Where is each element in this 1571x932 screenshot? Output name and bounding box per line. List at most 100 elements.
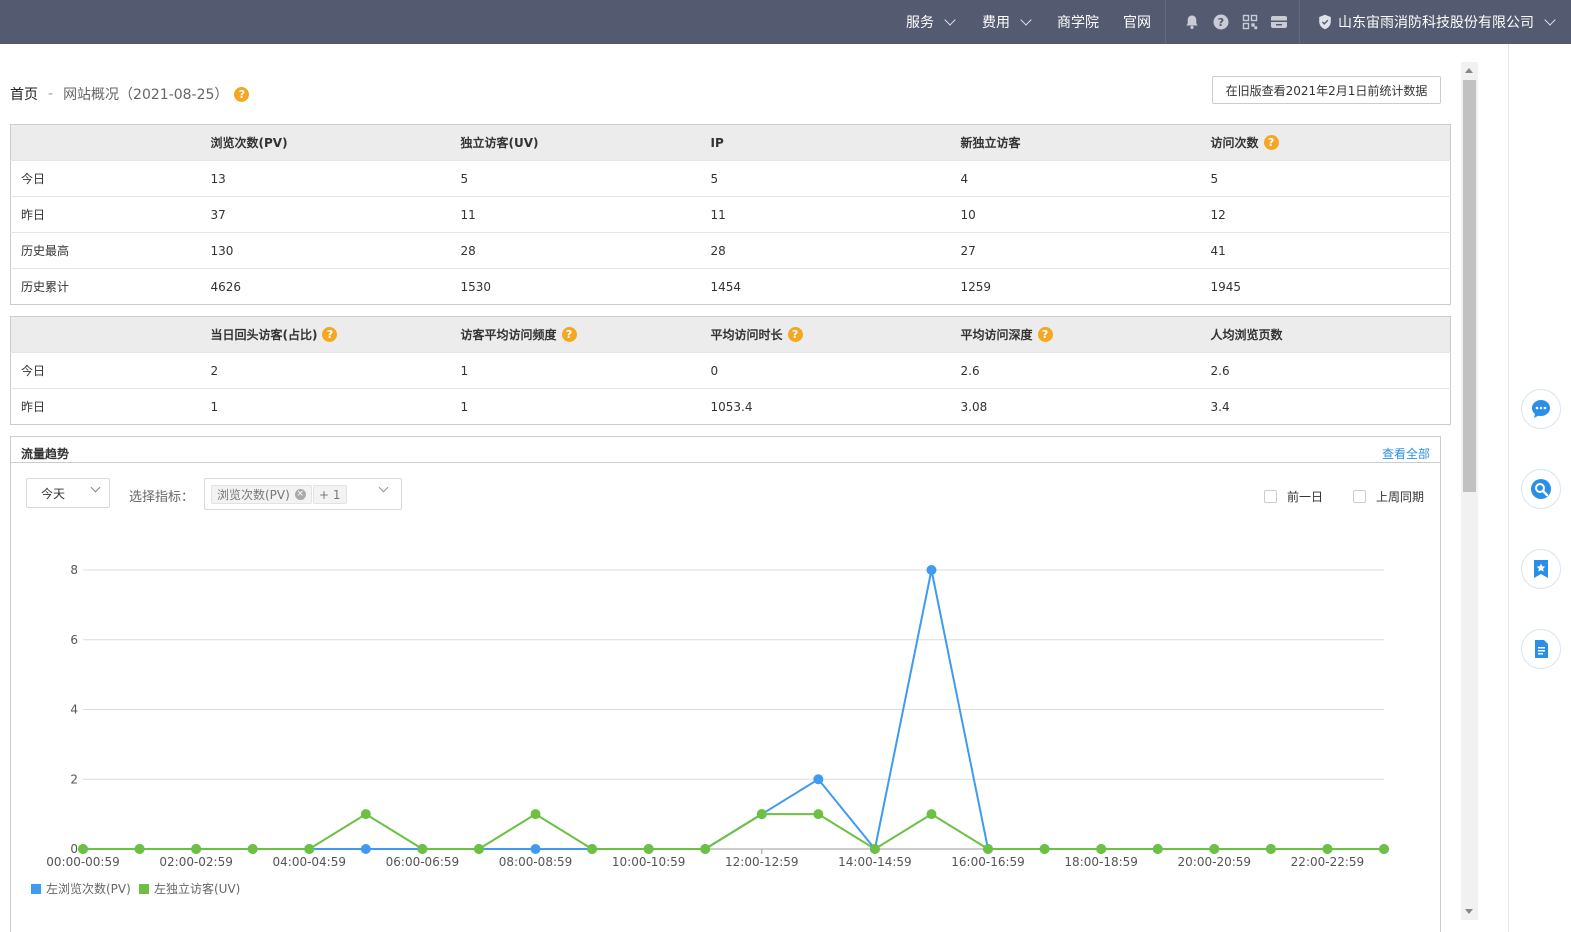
company-switcher[interactable]: 山东宙雨消防科技股份有限公司 (1318, 0, 1556, 44)
data-point (587, 844, 598, 854)
x-tick-label: 22:00-22:59 (1291, 855, 1365, 869)
chat-icon (1532, 400, 1550, 418)
engagement-table: 当日回头访客(占比)? 访客平均访问频度? 平均访问时长? 平均访问深度? 人均… (10, 316, 1451, 425)
chat-button[interactable] (1521, 389, 1561, 429)
column-header: IP (700, 124, 951, 161)
document-button[interactable] (1521, 629, 1561, 669)
bookmark-star-icon (1534, 560, 1548, 578)
help-icon[interactable]: ? (1211, 12, 1231, 32)
breadcrumb-home[interactable]: 首页 (10, 84, 38, 104)
help-icon[interactable]: ? (787, 326, 803, 342)
scroll-down-icon[interactable] (1465, 909, 1473, 914)
data-point (643, 844, 654, 854)
data-point (813, 774, 824, 785)
data-point (869, 844, 880, 854)
chevron-down-icon (1544, 13, 1556, 26)
table-cell: 5 (1200, 160, 1451, 197)
table-cell: 0 (700, 352, 951, 389)
column-header (10, 124, 201, 161)
table-cell: 5 (450, 160, 701, 197)
row-label: 昨日 (10, 196, 201, 233)
qrcode-icon[interactable] (1240, 12, 1260, 32)
favorites-button[interactable] (1521, 549, 1561, 589)
scroll-up-icon[interactable] (1465, 68, 1473, 73)
data-point (134, 844, 145, 854)
table-cell: 12 (1200, 196, 1451, 233)
y-tick-label: 4 (70, 703, 78, 717)
data-point (360, 844, 371, 854)
table-cell: 3.4 (1200, 388, 1451, 425)
scroll-thumb[interactable] (1463, 80, 1476, 492)
table-row: 今日 13 5 5 4 5 (10, 160, 1451, 197)
old-version-button[interactable]: 在旧版查看2021年2月1日前统计数据 (1212, 76, 1441, 104)
table-cell: 13 (200, 160, 451, 197)
legend-item[interactable]: 左独立访客(UV) (139, 880, 240, 897)
data-point (1322, 844, 1333, 854)
nav-business-school-label: 商学院 (1057, 15, 1099, 31)
column-header: 新独立访客 (950, 124, 1201, 161)
table-cell: 1945 (1200, 268, 1451, 305)
column-header-label: 新独立访客 (960, 136, 1021, 150)
column-header-label: 访客平均访问频度 (460, 328, 557, 342)
column-header: 平均访问时长? (700, 316, 951, 353)
column-header-label: 平均访问时长 (710, 328, 783, 342)
y-tick-label: 8 (70, 563, 78, 577)
row-label: 今日 (10, 160, 201, 197)
data-point (360, 809, 371, 820)
svg-text:?: ? (1218, 16, 1224, 29)
table-cell: 1259 (950, 268, 1201, 305)
table-header-row: 浏览次数(PV) 独立访客(UV) IP 新独立访客 访问次数? (10, 124, 1451, 161)
table-cell: 1454 (700, 268, 951, 305)
store-icon[interactable] (1269, 12, 1289, 32)
column-header: 平均访问深度? (950, 316, 1201, 353)
vertical-scrollbar[interactable] (1461, 62, 1478, 920)
legend-label: 左独立访客(UV) (154, 882, 241, 896)
column-header (10, 316, 201, 353)
wrench-icon (1531, 479, 1551, 499)
table-row: 昨日 37 11 11 10 12 (10, 196, 1451, 233)
legend-item[interactable]: 左浏览次数(PV) (31, 880, 131, 897)
column-header-label: 人均浏览页数 (1210, 328, 1283, 342)
table-cell: 1 (450, 352, 701, 389)
column-header: 当日回头访客(占比)? (200, 316, 451, 353)
table-cell: 4626 (200, 268, 451, 305)
data-point (983, 844, 994, 854)
table-row: 昨日 1 1 1053.4 3.08 3.4 (10, 388, 1451, 425)
x-tick-label: 06:00-06:59 (386, 855, 460, 869)
y-tick-label: 2 (70, 772, 78, 786)
y-tick-label: 6 (70, 633, 78, 647)
data-point (700, 844, 711, 854)
bell-icon[interactable] (1182, 12, 1202, 32)
nav-business-school[interactable]: 商学院 (1057, 0, 1099, 44)
x-tick-label: 16:00-16:59 (951, 855, 1025, 869)
help-icon[interactable]: ? (1263, 134, 1279, 150)
breadcrumb-separator: - (48, 86, 54, 102)
table-cell: 1053.4 (700, 388, 951, 425)
column-header: 访问次数? (1200, 124, 1451, 161)
x-tick-label: 00:00-00:59 (46, 855, 120, 869)
help-icon[interactable]: ? (234, 86, 250, 102)
help-icon[interactable]: ? (322, 326, 338, 342)
column-header-label: 独立访客(UV) (460, 136, 539, 150)
nav-services[interactable]: 服务 (906, 0, 956, 44)
breadcrumb-current: 网站概况（2021-08-25） (63, 87, 229, 103)
column-header: 人均浏览页数 (1200, 316, 1451, 353)
help-icon[interactable]: ? (1037, 326, 1053, 342)
row-label: 历史累计 (10, 268, 201, 305)
column-header-label: 当日回头访客(占比) (210, 328, 318, 342)
help-icon[interactable]: ? (561, 326, 577, 342)
row-label: 昨日 (10, 388, 201, 425)
table-cell: 1 (450, 388, 701, 425)
y-tick-label: 0 (70, 842, 78, 856)
data-point (78, 844, 88, 854)
chevron-down-icon (1020, 13, 1032, 26)
column-header-label: 平均访问深度 (960, 328, 1033, 342)
table-cell: 2.6 (950, 352, 1201, 389)
data-point (1152, 844, 1163, 854)
x-tick-label: 20:00-20:59 (1178, 855, 1252, 869)
data-point (247, 844, 258, 854)
tools-button[interactable] (1521, 469, 1561, 509)
table-cell: 4 (950, 160, 1201, 197)
nav-official-site[interactable]: 官网 (1123, 0, 1151, 44)
nav-fees[interactable]: 费用 (982, 0, 1032, 44)
